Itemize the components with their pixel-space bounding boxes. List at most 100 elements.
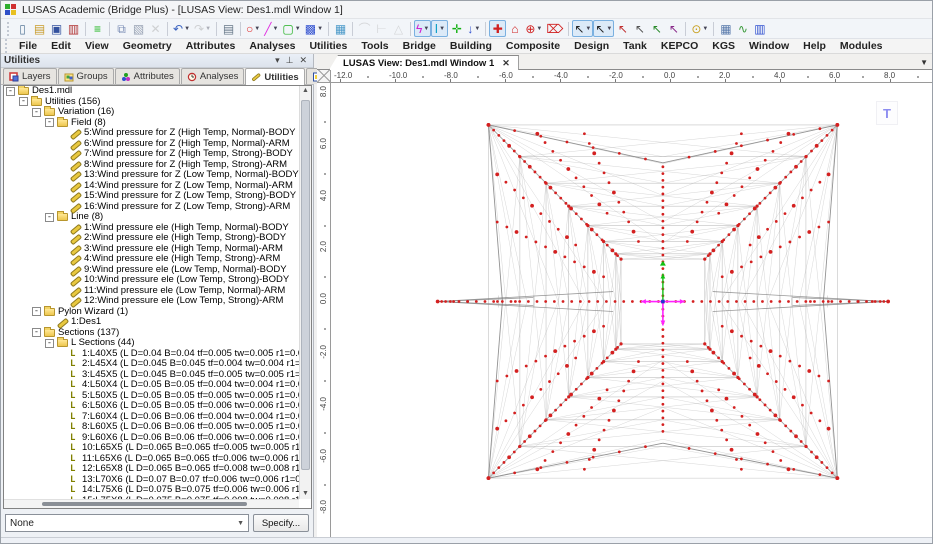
tree-item[interactable]: L8:L60X5 (L D=0.06 B=0.06 tf=0.005 tw=0.…: [4, 422, 299, 433]
open-model-button[interactable]: ▥: [65, 20, 82, 37]
image-tool-button[interactable]: ▦: [332, 20, 349, 37]
clear-annotation-button[interactable]: ⌦: [544, 20, 565, 37]
dropdown-icon[interactable]: ▼: [439, 26, 445, 32]
extend-tool-button[interactable]: ⊢: [373, 20, 390, 37]
line-tool-button[interactable]: ╱▼: [262, 20, 280, 37]
tree-collapse-icon[interactable]: -: [6, 87, 15, 96]
menu-tools[interactable]: Tools: [354, 40, 395, 52]
area-select-cursor-button[interactable]: ↖▼: [593, 20, 614, 37]
tree-collapse-icon[interactable]: -: [32, 307, 41, 316]
sweep-tool-button[interactable]: △: [390, 20, 407, 37]
print-button[interactable]: ▤: [220, 20, 237, 37]
menu-bridge[interactable]: Bridge: [396, 40, 443, 52]
tree-collapse-icon[interactable]: -: [19, 97, 28, 106]
loading-assign-button[interactable]: ϟ▼: [414, 20, 431, 37]
support-assign-button[interactable]: Ⅰ▼: [431, 20, 448, 37]
scroll-down-icon[interactable]: ▼: [300, 489, 311, 499]
menu-kepco[interactable]: KEPCO: [654, 40, 705, 52]
panel-menu-icon[interactable]: ▾: [272, 55, 283, 66]
text-annotation[interactable]: T: [876, 101, 898, 125]
menu-file[interactable]: File: [12, 40, 44, 52]
tab-attributes[interactable]: Attributes: [115, 68, 180, 84]
dropdown-icon[interactable]: ▼: [254, 26, 260, 32]
dropdown-icon[interactable]: ▼: [184, 26, 190, 32]
tree-item[interactable]: -Sections (137): [4, 328, 299, 339]
mesh-assign-button[interactable]: ✛: [448, 20, 465, 37]
tree-collapse-icon[interactable]: -: [32, 328, 41, 337]
dropdown-icon[interactable]: ▼: [295, 26, 301, 32]
menu-geometry[interactable]: Geometry: [116, 40, 179, 52]
mesh-equivalence-button[interactable]: ≡: [89, 20, 106, 37]
tree-item[interactable]: 16:Wind pressure for Z (Low Temp, Strong…: [4, 202, 299, 213]
undo-button[interactable]: ↶▼: [171, 20, 192, 37]
panel-close-icon[interactable]: ✕: [296, 55, 310, 66]
menu-tank[interactable]: Tank: [616, 40, 654, 52]
tree-item[interactable]: -Des1.mdl: [4, 86, 299, 97]
surface-tool-button[interactable]: ▢▼: [280, 20, 302, 37]
open-file-button[interactable]: ▤: [31, 20, 48, 37]
mirror-tool-button[interactable]: ⌒: [356, 20, 373, 37]
dropdown-icon[interactable]: ▼: [205, 26, 211, 32]
menu-composite[interactable]: Composite: [499, 40, 567, 52]
tree-item[interactable]: -L Sections (44): [4, 338, 299, 349]
specify-button[interactable]: Specify...: [253, 514, 309, 532]
delete-button[interactable]: ✕: [147, 20, 164, 37]
vertical-scroll-thumb[interactable]: [301, 100, 310, 470]
menu-kgs[interactable]: KGS: [705, 40, 742, 52]
tree-item[interactable]: L10:L65X5 (L D=0.065 B=0.065 tf=0.005 tw…: [4, 443, 299, 454]
scroll-up-icon[interactable]: ▲: [300, 86, 311, 96]
horizontal-scroll-thumb[interactable]: [42, 502, 247, 506]
tree-item[interactable]: 2:Wind pressure ele (High Temp, Strong)-…: [4, 233, 299, 244]
menu-analyses[interactable]: Analyses: [242, 40, 302, 52]
dropdown-icon[interactable]: ▼: [423, 26, 429, 32]
deselect-cursor-button[interactable]: ↖: [614, 20, 631, 37]
dropdown-icon[interactable]: ▼: [585, 26, 591, 32]
tree-item[interactable]: 4:Wind pressure ele (High Temp, Strong)-…: [4, 254, 299, 265]
tree-item[interactable]: L4:L50X4 (L D=0.05 B=0.05 tf=0.004 tw=0.…: [4, 380, 299, 391]
tree-item[interactable]: 5:Wind pressure for Z (High Temp, Normal…: [4, 128, 299, 139]
dropdown-icon[interactable]: ▼: [606, 26, 612, 32]
tree-item[interactable]: 15:Wind pressure for Z (Low Temp, Strong…: [4, 191, 299, 202]
volume-tool-button[interactable]: ▩▼: [303, 20, 325, 37]
tree-vertical-scrollbar[interactable]: ▲ ▼: [299, 86, 311, 499]
select-add-cursor-button[interactable]: ↖: [648, 20, 665, 37]
tree-collapse-icon[interactable]: -: [45, 213, 54, 222]
redo-button[interactable]: ↷▼: [192, 20, 213, 37]
menu-edit[interactable]: Edit: [44, 40, 78, 52]
tree-item[interactable]: 10:Wind pressure ele (Low Temp, Strong)-…: [4, 275, 299, 286]
pan-cursor-button[interactable]: ↖: [631, 20, 648, 37]
tab-groups[interactable]: Groups: [58, 68, 114, 84]
view-tab-close-icon[interactable]: ✕: [502, 58, 510, 69]
menu-modules[interactable]: Modules: [833, 40, 890, 52]
tree-item[interactable]: L2:L45X4 (L D=0.045 B=0.045 tf=0.004 tw=…: [4, 359, 299, 370]
select-remove-cursor-button[interactable]: ↖: [665, 20, 682, 37]
tree-collapse-icon[interactable]: -: [45, 118, 54, 127]
tree-item[interactable]: 7:Wind pressure for Z (High Temp, Strong…: [4, 149, 299, 160]
tree-item[interactable]: L12:L65X8 (L D=0.065 B=0.065 tf=0.008 tw…: [4, 464, 299, 475]
grid-window-button[interactable]: ▦: [717, 20, 734, 37]
tree-horizontal-scrollbar[interactable]: [4, 499, 299, 508]
select-cursor-button[interactable]: ↖▼: [572, 20, 593, 37]
dropdown-icon[interactable]: ▼: [474, 26, 480, 32]
save-button[interactable]: ▣: [48, 20, 65, 37]
gravity-assign-button[interactable]: ↓▼: [465, 20, 482, 37]
tab-analyses[interactable]: Analyses: [181, 68, 245, 84]
menu-help[interactable]: Help: [796, 40, 833, 52]
dropdown-icon[interactable]: ▼: [702, 26, 708, 32]
tree-item[interactable]: -Variation (16): [4, 107, 299, 118]
menu-design[interactable]: Design: [567, 40, 616, 52]
dynamic-pan-button[interactable]: ✚: [489, 20, 506, 37]
tree-item[interactable]: -Line (8): [4, 212, 299, 223]
menu-utilities[interactable]: Utilities: [302, 40, 354, 52]
menu-window[interactable]: Window: [742, 40, 796, 52]
selection-lock-button[interactable]: ⊙▼: [689, 20, 710, 37]
tree-collapse-icon[interactable]: -: [45, 339, 54, 348]
dropdown-icon[interactable]: ▼: [536, 26, 542, 32]
tab-layers[interactable]: Layers: [3, 68, 57, 84]
new-file-button[interactable]: ▯: [14, 20, 31, 37]
pin-icon[interactable]: ⊥: [283, 55, 297, 66]
column-window-button[interactable]: ▥: [751, 20, 768, 37]
tree-collapse-icon[interactable]: -: [32, 108, 41, 117]
copy-button[interactable]: ⧉: [113, 20, 130, 37]
model-canvas[interactable]: T: [331, 83, 932, 537]
